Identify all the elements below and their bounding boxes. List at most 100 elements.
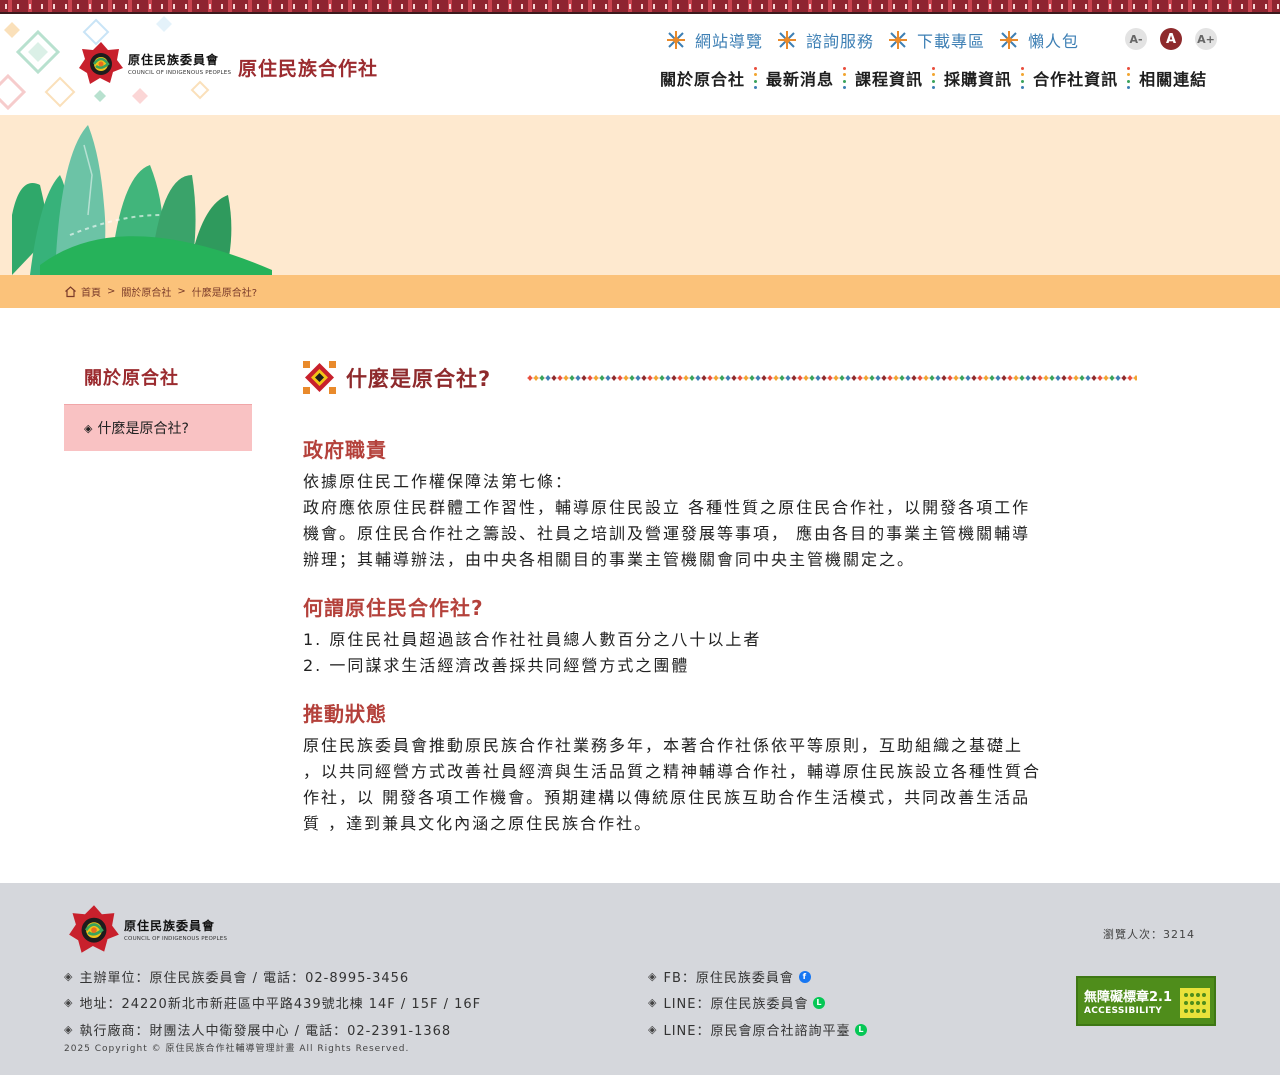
diamond-bullet-icon: ◈ — [64, 970, 74, 983]
footer-address: ◈ 地址：24220新北市新莊區中平路439號北棟 14F / 15F / 16… — [64, 993, 481, 1012]
util-link-label: 網站導覽 — [695, 32, 764, 51]
nav-separator — [1127, 67, 1131, 89]
breadcrumb-home[interactable]: 首頁 — [81, 284, 101, 299]
font-size-increase-button[interactable]: A+ — [1195, 28, 1217, 50]
section-line: 原住民族委員會推動原民族合作社業務多年，本著合作社係依平等原則，互助組織之基礎上 — [303, 736, 1024, 755]
site-logo[interactable]: 原住民族委員會 COUNCIL OF INDIGENOUS PEOPLES — [78, 40, 231, 86]
nav-separator — [754, 67, 758, 89]
font-size-decrease-button[interactable]: A- — [1125, 28, 1147, 50]
section-heading: 政府職責 — [303, 438, 387, 462]
sidebar-item-what-is-coop[interactable]: ◈ 什麼是原合社? — [64, 404, 252, 451]
badge-title: 無障礙標章2.1 — [1084, 990, 1173, 1005]
badge-subtitle: ACCESSIBILITY — [1084, 1006, 1163, 1016]
section-heading: 推動狀態 — [303, 702, 387, 726]
content-title: 什麼是原合社? — [303, 361, 491, 394]
footer-contractor: ◈ 執行廠商：財團法人中衛發展中心 / 電話：02-2391-1368 — [64, 1020, 451, 1039]
footer-line-link-council[interactable]: ◈ LINE：原住民族委員會 L — [648, 993, 826, 1012]
section-government-duty: 政府職責 依據原住民工作權保障法第七條： 政府應依原住民群體工作習性，輔導原住民… — [303, 434, 1143, 573]
nav-separator — [1021, 67, 1025, 89]
section-line: 2. 一同謀求生活經濟改善採共同經營方式之團體 — [303, 656, 690, 675]
util-link-download[interactable]: 下載專區 — [888, 28, 985, 52]
top-pattern-band — [0, 0, 1280, 14]
footer-info-text: 地址：24220新北市新莊區中平路439號北棟 14F / 15F / 16F — [79, 997, 482, 1012]
util-link-sitemap[interactable]: 網站導覽 — [666, 28, 763, 52]
diamond-bullet-icon: ◈ — [84, 421, 93, 435]
page-banner — [0, 115, 1280, 275]
star-pattern-icon — [778, 31, 797, 49]
breadcrumb-current[interactable]: 什麼是原合社? — [192, 284, 257, 299]
section-line: ，以共同經營方式改善社員經濟與生活品質之精神輔導合作社，輔導原住民族設立各種性質… — [303, 762, 1042, 781]
footer-info-text: 執行廠商：財團法人中衛發展中心 / 電話：02-2391-1368 — [79, 1024, 452, 1039]
nav-item-news[interactable]: 最新消息 — [766, 66, 834, 90]
section-line: 作社，以 開發各項工作機會。預期建構以傳統原住民族互助合作生活模式，共同改善生活… — [303, 788, 1031, 807]
council-logo-icon — [69, 905, 119, 953]
site-header: 原住民族委員會 COUNCIL OF INDIGENOUS PEOPLES 原住… — [0, 16, 1280, 115]
footer-info-text: 主辦單位：原住民族委員會 / 電話：02-8995-3456 — [79, 971, 410, 986]
util-link-label: 諮詢服務 — [806, 32, 875, 51]
section-line: 質 ，達到兼具文化內涵之原住民族合作社。 — [303, 814, 653, 833]
logo-text-cn: 原住民族委員會 — [128, 52, 220, 67]
site-footer: 原住民族委員會 COUNCIL OF INDIGENOUS PEOPLES ◈ … — [0, 883, 1280, 1075]
logo-text-en: COUNCIL OF INDIGENOUS PEOPLES — [128, 69, 232, 76]
nav-item-courses[interactable]: 課程資訊 — [855, 66, 923, 90]
breadcrumb-separator: > — [177, 286, 186, 297]
nav-item-about[interactable]: 關於原合社 — [660, 66, 745, 90]
font-size-normal-button[interactable]: A — [1160, 28, 1182, 50]
page-title: 什麼是原合社? — [346, 366, 492, 391]
diamond-bullet-icon: ◈ — [64, 996, 74, 1009]
accessibility-badge[interactable]: 無障礙標章2.1 ACCESSIBILITY — [1076, 976, 1216, 1026]
copyright: 2025 Copyright © 原住民族合作社輔導管理計畫 All Right… — [64, 1044, 410, 1054]
main-nav: 關於原合社 最新消息 課程資訊 採購資訊 合作社資訊 相關連結 — [660, 66, 1207, 90]
sidebar-title: 關於原合社 — [84, 368, 179, 389]
council-logo-icon — [79, 42, 123, 84]
star-pattern-icon — [667, 31, 685, 49]
section-line: 1. 原住民社員超過該合作社社員總人數百分之八十以上者 — [303, 630, 762, 649]
utility-nav: 網站導覽 諮詢服務 下載專區 懶人包 — [666, 28, 1093, 52]
line-icon: L — [813, 996, 826, 1009]
home-icon — [65, 286, 76, 298]
footer-logo-text-en: COUNCIL OF INDIGENOUS PEOPLES — [124, 935, 228, 942]
util-link-quickguide[interactable]: 懶人包 — [999, 28, 1079, 52]
section-line: 依據原住民工作權保障法第七條： — [303, 472, 574, 491]
leaf-illustration — [12, 125, 272, 275]
footer-logo-text-cn: 原住民族委員會 — [124, 918, 216, 933]
diamond-bullet-icon: ◈ — [64, 1023, 74, 1036]
diamond-bullet-icon: ◈ — [648, 996, 658, 1009]
footer-organizer: ◈ 主辦單位：原住民族委員會 / 電話：02-8995-3456 — [64, 967, 409, 986]
diamond-bullet-icon: ◈ — [648, 1023, 658, 1036]
nav-item-procurement[interactable]: 採購資訊 — [944, 66, 1012, 90]
site-title[interactable]: 原住民族合作社 — [238, 54, 378, 81]
breadcrumb-about[interactable]: 關於原合社 — [121, 284, 171, 299]
nav-item-links[interactable]: 相關連結 — [1139, 66, 1207, 90]
footer-logo[interactable]: 原住民族委員會 COUNCIL OF INDIGENOUS PEOPLES — [68, 903, 227, 955]
breadcrumb-bar: 首頁 > 關於原合社 > 什麼是原合社? — [0, 275, 1280, 308]
nav-item-coop-info[interactable]: 合作社資訊 — [1033, 66, 1118, 90]
breadcrumb-separator: > — [107, 286, 116, 297]
title-decorative-line — [527, 375, 1137, 381]
util-link-consult[interactable]: 諮詢服務 — [777, 28, 874, 52]
breadcrumb: 首頁 > 關於原合社 > 什麼是原合社? — [64, 284, 257, 299]
accessibility-grid-icon — [1180, 988, 1210, 1018]
visit-counter: 瀏覽人次：3214 — [1103, 928, 1195, 941]
section-definition: 何謂原住民合作社? 1. 原住民社員超過該合作社社員總人數百分之八十以上者 2.… — [303, 592, 1143, 679]
util-link-label: 下載專區 — [917, 32, 986, 51]
line-icon: L — [855, 1023, 868, 1036]
footer-link-text: FB：原住民族委員會 — [663, 971, 794, 986]
title-pattern-icon — [303, 361, 336, 394]
section-line: 機會。原住民合作社之籌設、社員之培訓及營運發展等事項， 應由各目的事業主管機關輔… — [303, 524, 1031, 543]
footer-link-text: LINE：原民會原合社諮詢平臺 — [663, 1024, 851, 1039]
diamond-bullet-icon: ◈ — [648, 970, 658, 983]
footer-link-text: LINE：原住民族委員會 — [663, 997, 809, 1012]
footer-line-link-platform[interactable]: ◈ LINE：原民會原合社諮詢平臺 L — [648, 1020, 868, 1039]
nav-separator — [932, 67, 936, 89]
section-heading: 何謂原住民合作社? — [303, 596, 484, 620]
section-promotion-status: 推動狀態 原住民族委員會推動原民族合作社業務多年，本著合作社係依平等原則，互助組… — [303, 698, 1143, 837]
util-link-label: 懶人包 — [1028, 32, 1080, 51]
footer-fb-link[interactable]: ◈ FB：原住民族委員會 f — [648, 967, 811, 986]
facebook-icon: f — [798, 970, 811, 983]
nav-separator — [843, 67, 847, 89]
star-pattern-icon — [889, 31, 908, 49]
sidebar-item-label: 什麼是原合社? — [97, 421, 189, 437]
star-pattern-icon — [1000, 31, 1019, 49]
section-line: 辦理；其輔導辦法，由中央各相關目的事業主管機關會同中央主管機關定之。 — [303, 550, 916, 569]
